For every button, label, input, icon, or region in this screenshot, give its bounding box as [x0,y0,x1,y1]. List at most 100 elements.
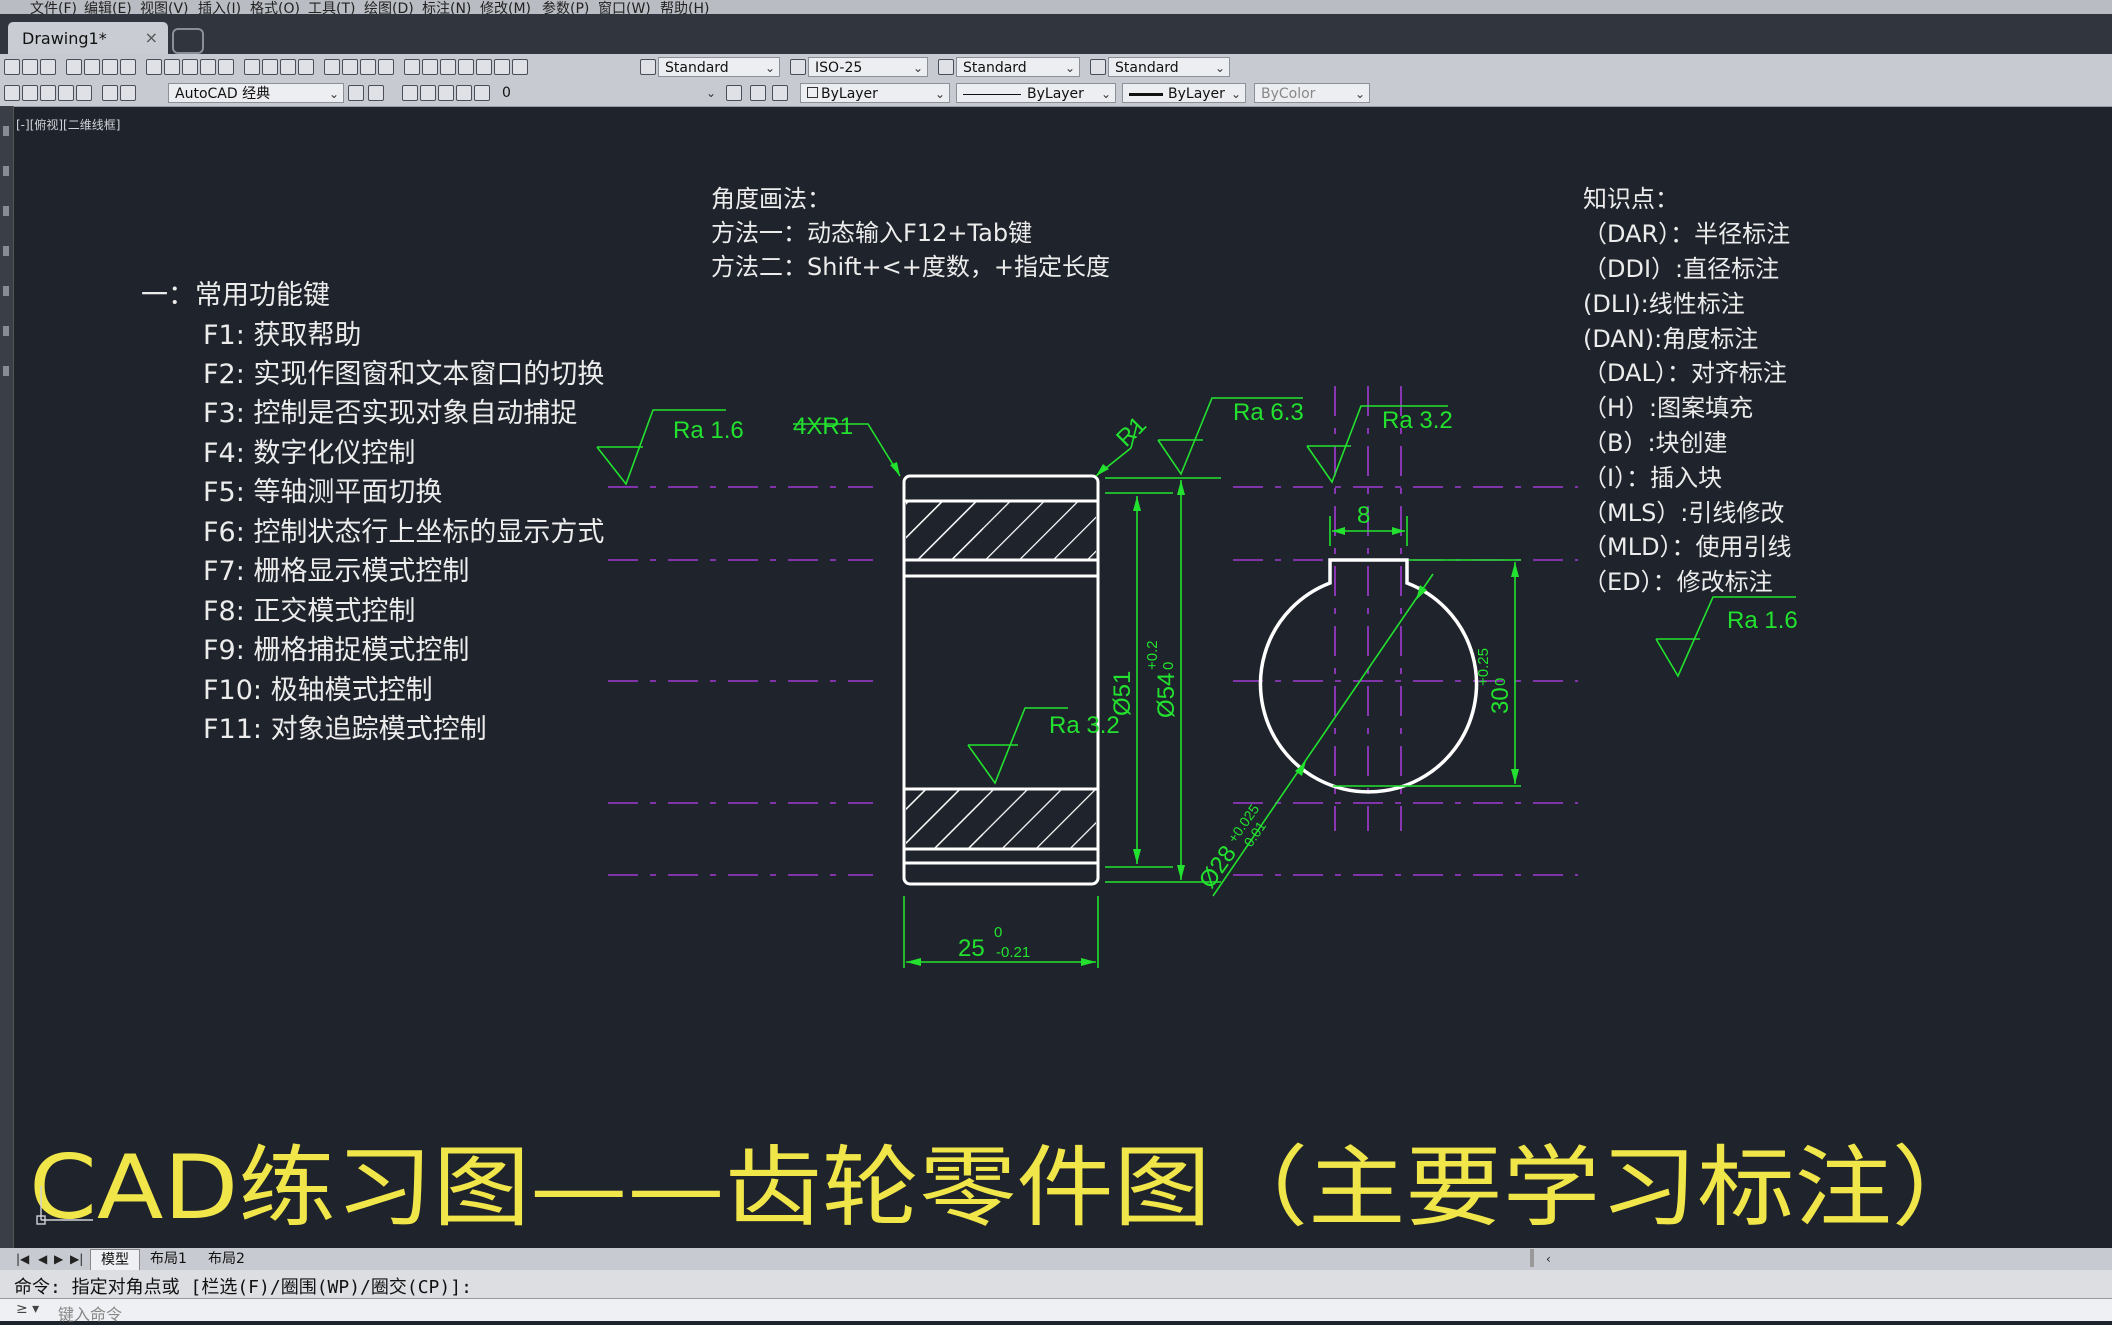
markup-icon[interactable] [476,59,492,75]
table-style-select[interactable]: Standard ⌄ [956,57,1080,77]
layer-manager-icon[interactable] [772,85,788,101]
dock-grip-icon[interactable] [3,246,9,256]
text-style-select[interactable]: Standard ⌄ [658,57,780,77]
tab-model[interactable]: 模型 [90,1249,140,1271]
command-input[interactable]: ≥ ▾ 键入命令 [0,1298,2112,1324]
layer-on-icon[interactable] [402,85,418,101]
d54-label: Ø54 [1153,673,1180,718]
calculator-icon[interactable] [494,59,510,75]
undo-icon[interactable] [244,59,260,75]
paste-icon[interactable] [182,59,198,75]
layer-properties-icon[interactable] [4,85,20,101]
chevron-down-icon: ⌄ [1354,87,1365,101]
layer-isolate-icon[interactable] [58,85,74,101]
workspace-settings-icon[interactable] [348,85,364,101]
dock-grip-icon[interactable] [3,366,9,376]
layer-previous2-icon[interactable] [750,85,766,101]
menu-help[interactable]: 帮助(H) [660,0,709,14]
cut-icon[interactable] [146,59,162,75]
menu-modify[interactable]: 修改(M) [480,0,531,14]
menu-dimension[interactable]: 标注(N) [422,0,471,14]
first-layout-icon[interactable]: |◀ [16,1252,29,1266]
dock-grip-icon[interactable] [3,206,9,216]
print-preview-icon[interactable] [84,59,100,75]
prev-layout-icon[interactable]: ◀ [38,1252,47,1266]
sheet-set-icon[interactable] [458,59,474,75]
pan-icon[interactable] [324,59,340,75]
linetype-select[interactable]: ByLayer ⌄ [956,83,1116,103]
dim-style-icon[interactable] [790,59,806,75]
make-current-icon[interactable] [726,85,742,101]
menu-parameters[interactable]: 参数(P) [542,0,589,14]
zoom-realtime-icon[interactable] [342,59,358,75]
mleader-style-select[interactable]: Standard ⌄ [1108,57,1230,77]
drawing-canvas[interactable]: Ra 1.6 4XR1 R1 Ra 6.3 Ra 3.2 Ra 3.2 Ra 1… [13,106,2112,1248]
layer-previous-icon[interactable] [40,85,56,101]
lineweight-value: ByLayer [1168,86,1225,102]
tab-layout2[interactable]: 布局2 [198,1249,255,1269]
command-prompt-icon[interactable]: ≥ ▾ [16,1301,39,1317]
document-tab[interactable]: Drawing1* × [8,22,168,54]
layer-freeze-icon[interactable] [420,85,436,101]
text-style-value: Standard [665,60,729,76]
publish-icon[interactable] [102,59,118,75]
tool-palettes-icon[interactable] [440,59,456,75]
ra-right-label: Ra 3.2 [1382,407,1453,434]
new-file-icon[interactable] [4,59,20,75]
layer-state-icon[interactable] [22,85,38,101]
dim-style-select[interactable]: ISO-25 ⌄ [808,57,928,77]
menu-insert[interactable]: 插入(I) [198,0,241,14]
match-properties-icon[interactable] [200,59,216,75]
note-item: F7: 栅格显示模式控制 [203,556,469,587]
chamfer-label: 4XR1 [793,413,853,440]
customize-icon[interactable] [368,85,384,101]
table-style-icon[interactable] [938,59,954,75]
menu-draw[interactable]: 绘图(D) [364,0,414,14]
scroll-left-icon[interactable]: ‹ [1546,1252,1551,1266]
new-tab-icon[interactable] [172,28,204,54]
dock-grip-icon[interactable] [3,126,9,136]
next-layout-icon[interactable]: ▶ [54,1252,63,1266]
print-icon[interactable] [66,59,82,75]
redo-icon[interactable] [280,59,296,75]
last-layout-icon[interactable]: ▶| [70,1252,83,1266]
workspace-select[interactable]: AutoCAD 经典 ⌄ [168,83,344,103]
zoom-window-icon[interactable] [360,59,376,75]
layer-sun-icon[interactable] [438,85,454,101]
dock-grip-icon[interactable] [3,166,9,176]
properties-icon[interactable] [404,59,420,75]
scrollbar-handle[interactable] [1530,1249,1534,1267]
close-tab-icon[interactable]: × [145,28,158,47]
undo-dropdown-icon[interactable] [262,59,278,75]
block-editor-icon[interactable] [218,59,234,75]
layer-color-icon[interactable] [474,85,490,101]
zoom-previous-icon[interactable] [378,59,394,75]
redo-dropdown-icon[interactable] [298,59,314,75]
menu-file[interactable]: 文件(F) [30,0,77,14]
layer-select[interactable]: 0 ⌄ [496,83,720,103]
open-file-icon[interactable] [22,59,38,75]
layer-unisolate-icon[interactable] [76,85,92,101]
key-tol-upper: +0.25 [1475,648,1492,686]
help-icon[interactable] [512,59,528,75]
layer-walk-icon[interactable] [120,85,136,101]
menu-view[interactable]: 视图(V) [140,0,189,14]
dock-grip-icon[interactable] [3,286,9,296]
menu-edit[interactable]: 编辑(E) [84,0,132,14]
lineweight-select[interactable]: ByLayer ⌄ [1122,83,1246,103]
tab-layout1[interactable]: 布局1 [140,1249,197,1269]
knowledge-note: （MLD）：使用引线 [1583,533,1792,561]
3d-print-icon[interactable] [120,59,136,75]
design-center-icon[interactable] [422,59,438,75]
mleader-style-icon[interactable] [1090,59,1106,75]
dock-grip-icon[interactable] [3,326,9,336]
text-style-icon[interactable] [640,59,656,75]
save-icon[interactable] [40,59,56,75]
menu-window[interactable]: 窗口(W) [598,0,651,14]
layer-lock-icon[interactable] [456,85,472,101]
menu-tools[interactable]: 工具(T) [308,0,355,14]
layer-match-icon[interactable] [102,85,118,101]
copy-icon[interactable] [164,59,180,75]
color-select[interactable]: ByLayer ⌄ [800,83,950,103]
menu-format[interactable]: 格式(O) [250,0,300,14]
